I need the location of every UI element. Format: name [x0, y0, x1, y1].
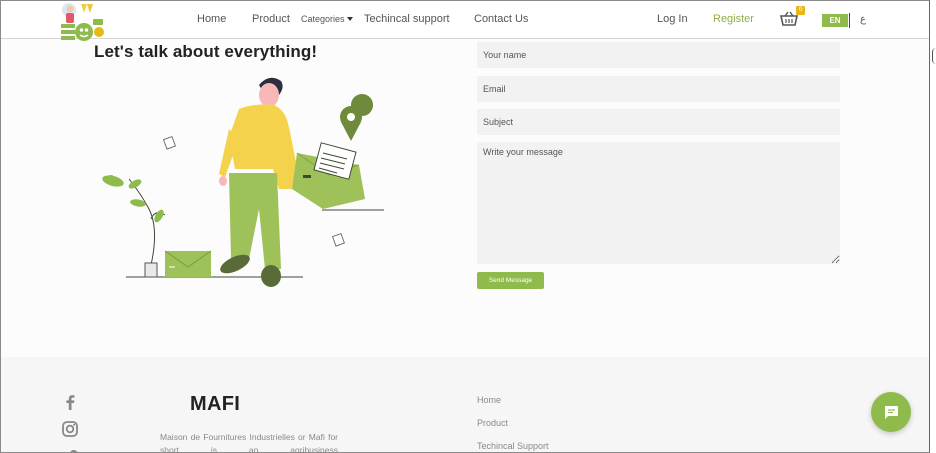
cart-count-badge: 0 [796, 6, 805, 15]
subject-input[interactable] [477, 109, 840, 135]
nav-contact[interactable]: Contact Us [474, 13, 528, 25]
nav-technical-support[interactable]: Techincal support [364, 13, 450, 25]
login-link[interactable]: Log In [657, 13, 688, 25]
register-link[interactable]: Register [713, 13, 754, 25]
window-edge-marker [932, 48, 936, 64]
name-input[interactable] [477, 42, 840, 68]
footer-link-technical-support[interactable]: Techincal Support [477, 441, 549, 451]
instagram-icon[interactable] [61, 420, 79, 438]
email-input[interactable] [477, 76, 840, 102]
chat-button[interactable] [871, 392, 911, 432]
nav-product[interactable]: Product [252, 13, 290, 25]
footer-about-text: Maison de Fournitures Industrielles or M… [160, 432, 338, 453]
window-edge [931, 0, 936, 453]
footer-brand: MAFI [190, 393, 241, 415]
top-navbar: Home Product Categories Techincal suppor… [1, 1, 929, 41]
send-message-button[interactable]: Send Message [477, 272, 544, 289]
chevron-down-icon [346, 17, 353, 21]
footer-link-home[interactable]: Home [477, 395, 501, 405]
nav-categories-label: Categories [301, 14, 345, 24]
browser-viewport: Home Product Categories Techincal suppor… [0, 0, 930, 453]
language-divider [849, 13, 850, 28]
language-en-button[interactable]: EN [822, 14, 848, 27]
twitter-icon[interactable] [61, 447, 79, 453]
chat-bubble-icon [885, 406, 898, 419]
nav-categories-dropdown[interactable]: Categories [301, 14, 353, 24]
contact-illustration [102, 77, 384, 287]
nav-home[interactable]: Home [197, 13, 226, 25]
footer-link-product[interactable]: Product [477, 418, 508, 428]
mafi-logo[interactable] [57, 1, 107, 45]
footer [1, 357, 929, 452]
language-ar-button[interactable]: ع [860, 14, 866, 25]
facebook-icon[interactable] [61, 393, 79, 411]
message-textarea[interactable] [477, 142, 840, 264]
contact-heading: Let's talk about everything! [94, 42, 318, 61]
